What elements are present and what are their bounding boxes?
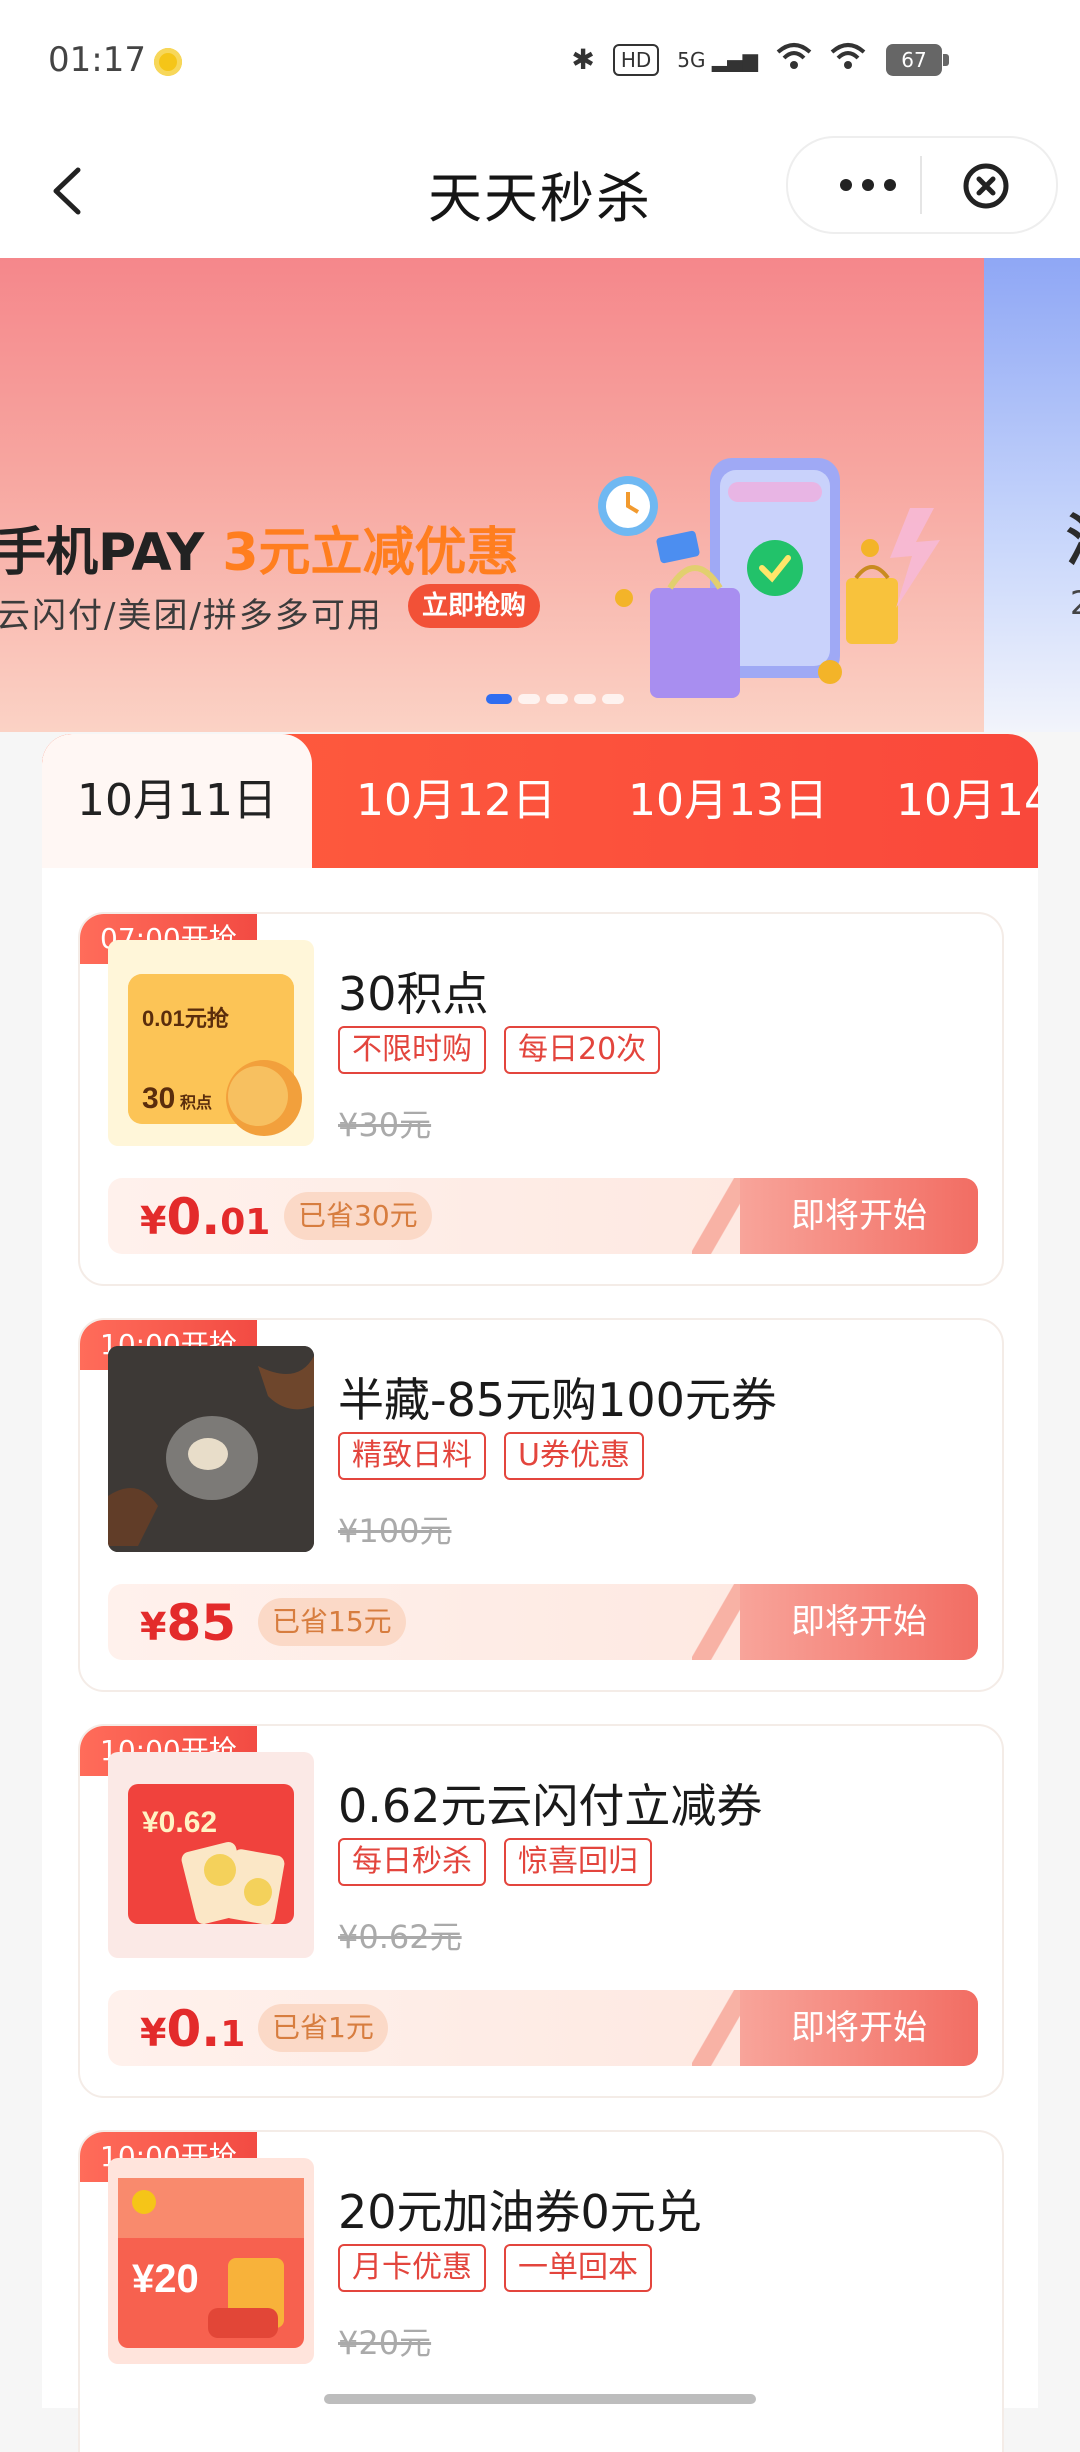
original-price: ¥20元 [338,2324,432,2362]
price-integer: 85 [166,1594,237,1652]
banner-headline-main: 手机PAY [0,523,223,583]
wifi-icon [776,42,812,77]
sale-price: ¥0.01 [140,1188,270,1246]
product-tag: 一单回本 [504,2244,652,2292]
more-options-button[interactable] [828,158,908,212]
product-name: 20元加油券0元兑 [338,2185,702,2239]
battery-indicator: 67 [886,44,949,76]
price-bar: ¥0.01 已省30元 即将开始 [108,1178,978,1254]
banner-subtitle: 云闪付/美团/拼多多可用 [0,596,383,636]
banner-dot [518,694,540,704]
coming-soon-button[interactable]: 即将开始 [740,1178,978,1254]
promo-banner-carousel[interactable]: 手机PAY 3元立减优惠 云闪付/美团/拼多多可用 立即抢购 [0,258,1080,732]
price-decimal: 01 [220,1202,271,1243]
thumb-text: ¥20 [132,2257,199,2301]
price-bar: ¥85 已省15元 即将开始 [108,1584,978,1660]
product-thumbnail: 0.01元抢 30 积点 [108,940,314,1146]
product-card[interactable]: 10:00开抢 半藏-85元购100元券 精致日料 U券优惠 ¥100元 ¥85… [78,1318,1004,1692]
banner-headline: 手机PAY 3元立减优惠 [0,510,519,585]
thumb-text-2: 30 [142,1082,175,1115]
price-currency: ¥ [140,1605,167,1649]
notification-coin-icon [154,48,182,76]
thumb-text-1: 0.01元抢 [142,1006,230,1031]
network-label: 5G [677,47,706,72]
product-tag: U券优惠 [504,1432,644,1480]
close-mini-program-button[interactable] [956,156,1016,216]
price-integer: 0. [166,1188,221,1246]
product-tags: 不限时购 每日20次 [338,1026,661,1074]
price-integer: 0. [166,2000,221,2058]
product-card[interactable]: 10:00开抢 ¥0.62 0.62元云闪付立减券 每日秒杀 惊喜回归 ¥0.6… [78,1724,1004,2098]
home-indicator[interactable] [324,2394,756,2404]
price-bar: ¥0.1 已省1元 即将开始 [108,1990,978,2066]
product-thumbnail: ¥20 [108,2158,314,2364]
thumb-text-3: 积点 [180,1093,212,1112]
product-tag: 不限时购 [338,1026,486,1074]
price-currency: ¥ [140,2011,167,2055]
navigation-header: 天天秒杀 [0,126,1080,258]
banner-headline-highlight: 3元立减优惠 [222,523,519,583]
banner-buy-now-button[interactable]: 立即抢购 [408,584,540,628]
more-dots-icon [840,179,896,191]
promo-banner-slide[interactable]: 手机PAY 3元立减优惠 云闪付/美团/拼多多可用 立即抢购 [0,258,984,732]
product-thumbnail [108,1346,314,1552]
thumb-text: ¥0.62 [142,1806,217,1839]
status-bar: 01:17 ✱ HD 5G ▂▄▆ 67 [0,0,1080,126]
product-tag: 每日秒杀 [338,1838,486,1886]
banner-pagination [486,694,624,704]
banner-dot [574,694,596,704]
coming-soon-button[interactable]: 即将开始 [740,1584,978,1660]
product-tags: 每日秒杀 惊喜回归 [338,1838,652,1886]
capsule-divider [920,156,922,214]
saved-amount-badge: 已省15元 [258,1598,406,1646]
tab-date[interactable]: 10月14 [896,734,1038,868]
product-tag: 惊喜回归 [504,1838,652,1886]
status-icons: ✱ HD 5G ▂▄▆ [571,42,866,77]
tab-date[interactable]: 10月12日 [356,734,556,868]
saved-amount-badge: 已省1元 [258,2004,388,2052]
next-banner-fragment: 消 [1066,496,1080,577]
wifi-icon-2 [830,42,866,77]
coming-soon-button[interactable]: 即将开始 [740,1990,978,2066]
bluetooth-icon: ✱ [571,43,595,76]
tab-date[interactable]: 10月13日 [628,734,828,868]
cellular-signal-icon: 5G ▂▄▆ [677,47,758,72]
next-banner-peek[interactable]: 消 2 [984,258,1080,732]
close-circle-icon [963,163,1009,209]
original-price: ¥100元 [338,1512,452,1550]
product-thumbnail: ¥0.62 [108,1752,314,1958]
product-tag: 月卡优惠 [338,2244,486,2292]
original-price: ¥30元 [338,1106,432,1144]
next-banner-fragment-2: 2 [1070,584,1080,622]
saved-amount-badge: 已省30元 [284,1192,432,1240]
date-tabs: 10月11日 10月12日 10月13日 10月14 [42,734,1038,868]
price-currency: ¥ [140,1199,167,1243]
sale-price: ¥0.1 [140,2000,245,2058]
tab-date-active[interactable]: 10月11日 [42,734,312,868]
product-tags: 月卡优惠 一单回本 [338,2244,652,2292]
banner-dot [546,694,568,704]
mini-program-capsule [786,136,1058,234]
price-decimal: 1 [220,2014,246,2055]
phone-shopping-illustration [598,458,940,698]
product-name: 0.62元云闪付立减券 [338,1779,763,1833]
original-price: ¥0.62元 [338,1918,462,1956]
banner-dot [602,694,624,704]
product-tag: 精致日料 [338,1432,486,1480]
sale-price: ¥85 [140,1594,236,1652]
product-name: 半藏-85元购100元券 [338,1373,777,1427]
status-time: 01:17 [48,40,146,80]
product-name: 30积点 [338,967,489,1021]
hd-badge: HD [612,43,660,76]
product-tag: 每日20次 [504,1026,661,1074]
banner-dot-active [486,694,512,704]
product-tags: 精致日料 U券优惠 [338,1432,644,1480]
flash-sale-list: 07:00开抢 0.01元抢 30 积点 30积点 不限时购 每日20次 ¥30… [42,868,1038,2452]
product-card[interactable]: 07:00开抢 0.01元抢 30 积点 30积点 不限时购 每日20次 ¥30… [78,912,1004,1286]
